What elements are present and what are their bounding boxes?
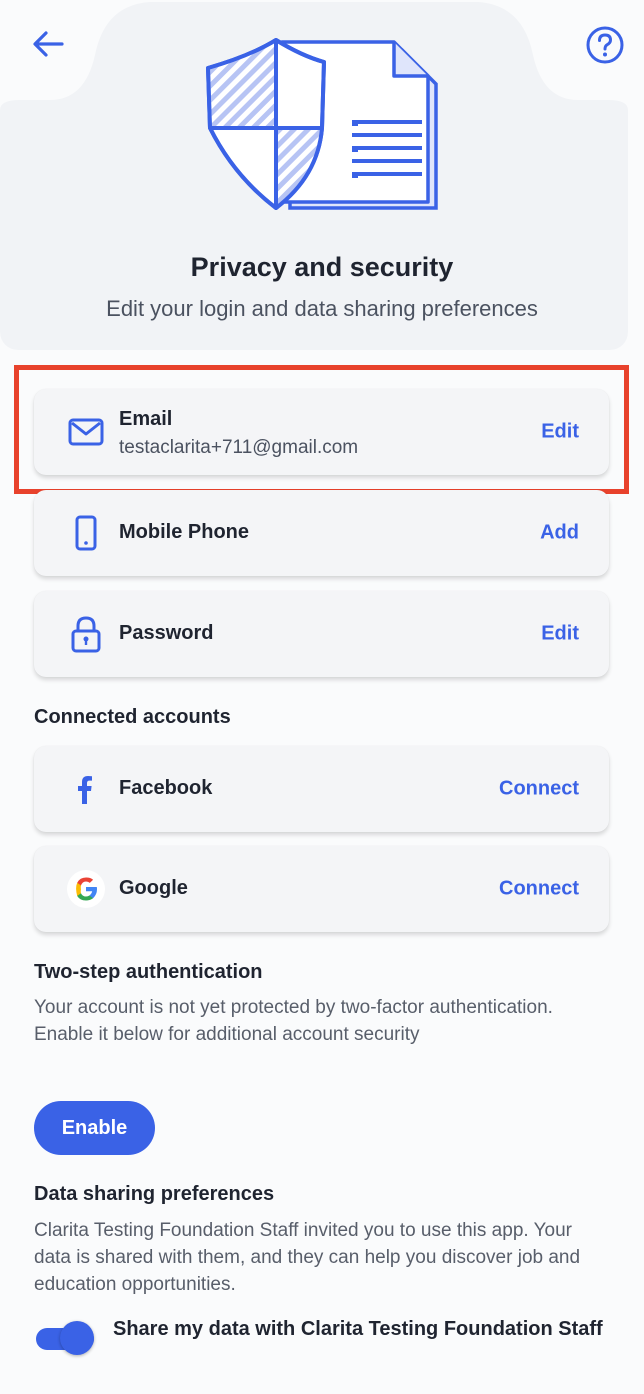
enable-two-step-button[interactable]: Enable	[34, 1101, 155, 1155]
two-step-title: Two-step authentication	[34, 961, 263, 983]
google-label: Google	[119, 877, 188, 899]
highlight-box	[14, 365, 629, 494]
phone-icon	[66, 513, 106, 553]
back-button[interactable]	[28, 26, 68, 62]
google-icon	[66, 869, 106, 909]
share-data-toggle[interactable]	[34, 1320, 96, 1356]
help-button[interactable]	[584, 24, 626, 66]
page-title: Privacy and security	[190, 252, 454, 282]
connect-facebook-button[interactable]: Connect	[499, 778, 579, 801]
page-subtitle: Edit your login and data sharing prefere…	[106, 296, 538, 321]
mobile-phone-card: Mobile Phone Add	[34, 490, 609, 576]
facebook-icon	[66, 769, 106, 809]
lock-icon	[66, 614, 106, 654]
facebook-card: Facebook Connect	[34, 746, 609, 832]
password-card: Password Edit	[34, 591, 609, 677]
connect-google-button[interactable]: Connect	[499, 878, 579, 901]
google-card: Google Connect	[34, 846, 609, 932]
help-icon	[586, 26, 624, 64]
privacy-shield-illustration	[200, 36, 446, 214]
password-label: Password	[119, 622, 214, 644]
connected-accounts-title: Connected accounts	[34, 706, 231, 728]
two-step-description: Your account is not yet protected by two…	[34, 997, 553, 1045]
arrow-left-icon	[33, 31, 64, 57]
share-data-label: Share my data with Clarita Testing Found…	[113, 1318, 603, 1340]
add-phone-button[interactable]: Add	[540, 522, 579, 545]
toggle-knob	[60, 1321, 94, 1355]
data-sharing-description: Clarita Testing Foundation Staff invited…	[34, 1220, 581, 1295]
mobile-phone-label: Mobile Phone	[119, 521, 249, 543]
facebook-label: Facebook	[119, 777, 213, 799]
edit-password-button[interactable]: Edit	[541, 623, 579, 646]
data-sharing-title: Data sharing preferences	[34, 1183, 275, 1205]
